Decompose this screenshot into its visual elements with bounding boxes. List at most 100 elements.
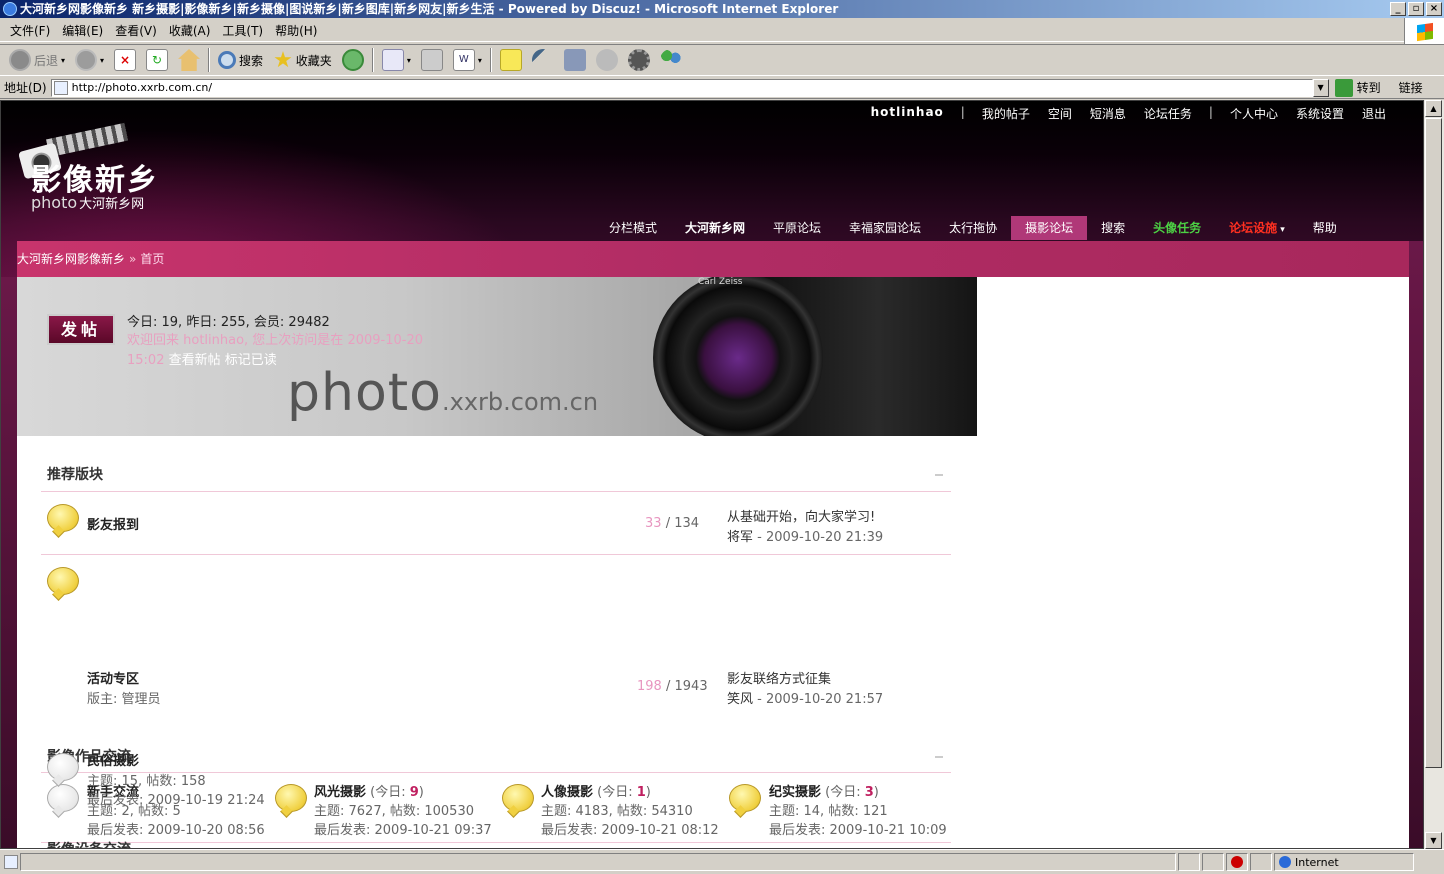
- forum-last-post: 最后发表: 2009-10-19 21:24: [87, 793, 265, 808]
- maximize-button[interactable]: ▫: [1408, 2, 1424, 16]
- forum-name-fengguang[interactable]: 风光摄影: [314, 785, 366, 800]
- username-link[interactable]: hotlinhao: [862, 105, 953, 122]
- collapse-recommended-button[interactable]: [935, 474, 943, 476]
- recommended-title: 推荐版块: [47, 467, 103, 483]
- edit-button[interactable]: W ▾: [448, 46, 487, 74]
- new-post-button[interactable]: 发帖: [47, 314, 115, 345]
- messages-link[interactable]: 短消息: [1081, 105, 1135, 122]
- nav-forum-facilities[interactable]: 论坛设施: [1215, 216, 1299, 240]
- close-button[interactable]: ×: [1426, 2, 1442, 16]
- menu-help[interactable]: 帮助(H): [269, 22, 323, 39]
- divider: [41, 554, 951, 555]
- status-text-cell: [20, 853, 1176, 871]
- address-dropdown-button[interactable]: ▼: [1312, 78, 1329, 97]
- vertical-scrollbar[interactable]: ▲ ▼: [1424, 100, 1444, 849]
- forum-no-new-icon: [47, 784, 79, 812]
- notes-button[interactable]: [495, 46, 527, 74]
- go-button[interactable]: 转到: [1334, 78, 1381, 97]
- count-separator: /: [665, 679, 671, 694]
- address-url: http://photo.xxrb.com.cn/: [71, 81, 213, 94]
- window-controls: _ ▫ ×: [1390, 2, 1442, 16]
- nav-photo-forum[interactable]: 摄影论坛: [1011, 216, 1088, 240]
- collapse-works-button[interactable]: [935, 756, 943, 758]
- research-button[interactable]: [559, 46, 591, 74]
- stop-button[interactable]: ×: [109, 46, 141, 74]
- last-post-author[interactable]: 笑风: [727, 692, 753, 707]
- window-title: 大河新乡网影像新乡 新乡摄影|影像新乡|新乡摄像|图说新乡|新乡图库|新乡网友|…: [20, 2, 839, 16]
- users-button[interactable]: [655, 46, 687, 74]
- nav-dahe[interactable]: 大河新乡网: [671, 216, 759, 240]
- globe-icon: [1279, 856, 1291, 868]
- last-post-title[interactable]: 影友联络方式征集: [727, 668, 831, 687]
- photo-word: photo: [287, 363, 442, 423]
- messenger-button[interactable]: [527, 46, 559, 74]
- right-border-decoration: [1409, 241, 1423, 848]
- scroll-up-button[interactable]: ▲: [1425, 100, 1442, 117]
- lens-ring: [653, 277, 823, 436]
- my-posts-link[interactable]: 我的帖子: [973, 105, 1039, 122]
- disabled-button[interactable]: [591, 46, 623, 74]
- scroll-down-button[interactable]: ▼: [1425, 832, 1442, 849]
- menu-bar: 文件(F) 编辑(E) 查看(V) 收藏(A) 工具(T) 帮助(H): [0, 20, 1444, 42]
- circle-icon: [595, 49, 618, 71]
- space-link[interactable]: 空间: [1039, 105, 1081, 122]
- status-bar: Internet: [0, 849, 1444, 874]
- today-suffix: ): [645, 785, 651, 800]
- last-post-meta: 笑风 - 2009-10-20 21:57: [727, 688, 883, 707]
- menu-tools[interactable]: 工具(T): [216, 22, 269, 39]
- address-bar: 地址(D) http://photo.xxrb.com.cn/ ▼ 转到 链接: [0, 77, 1444, 99]
- view-new-posts-link[interactable]: 查看新帖: [169, 353, 221, 368]
- forum-name-yingyou[interactable]: 影友报到: [87, 514, 139, 533]
- research-icon: [563, 49, 586, 71]
- forum-name-renxiang[interactable]: 人像摄影: [541, 785, 593, 800]
- note-icon: [499, 49, 522, 71]
- last-post-author[interactable]: 将军: [727, 530, 753, 545]
- history-button[interactable]: [337, 46, 369, 74]
- breadcrumb-home[interactable]: 大河新乡网影像新乡: [17, 252, 125, 266]
- gear-icon: [627, 49, 650, 71]
- refresh-button[interactable]: ↻: [141, 46, 173, 74]
- print-button[interactable]: [416, 46, 448, 74]
- forum-last-post: 最后发表: 2009-10-21 09:37: [314, 823, 492, 838]
- last-post-title[interactable]: 从基础开始，向大家学习!: [727, 506, 875, 525]
- nav-column-mode[interactable]: 分栏模式: [595, 216, 671, 240]
- nav-avatar-task[interactable]: 头像任务: [1139, 216, 1215, 240]
- settings-link[interactable]: 系统设置: [1287, 105, 1353, 122]
- address-input[interactable]: http://photo.xxrb.com.cn/: [50, 78, 1313, 97]
- back-button[interactable]: 后退 ▾: [4, 46, 70, 74]
- forum-last-post: 最后发表: 2009-10-20 08:56: [87, 823, 265, 838]
- nav-pingyuan[interactable]: 平原论坛: [759, 216, 835, 240]
- menu-favorites[interactable]: 收藏(A): [163, 22, 217, 39]
- mail-button[interactable]: ▾: [377, 46, 416, 74]
- favorites-button[interactable]: ★ 收藏夹: [268, 46, 337, 74]
- menu-view[interactable]: 查看(V): [109, 22, 163, 39]
- links-button[interactable]: 链接: [1399, 79, 1423, 96]
- nav-xingfu[interactable]: 幸福家园论坛: [835, 216, 935, 240]
- scroll-thumb[interactable]: [1425, 118, 1442, 768]
- minimize-button[interactable]: _: [1390, 2, 1406, 16]
- menu-edit[interactable]: 编辑(E): [56, 22, 109, 39]
- tasks-link[interactable]: 论坛任务: [1135, 105, 1201, 122]
- divider: [41, 491, 951, 492]
- mark-read-link[interactable]: 标记已读: [225, 353, 277, 368]
- settings-button[interactable]: [623, 46, 655, 74]
- forum-name-jishi[interactable]: 纪实摄影: [769, 785, 821, 800]
- logout-link[interactable]: 退出: [1353, 105, 1395, 122]
- forward-button[interactable]: ▾: [70, 46, 109, 74]
- toolbar: 后退 ▾ ▾ × ↻ 搜索 ★ 收藏夹 ▾ W ▾: [0, 44, 1444, 76]
- page-icon: [53, 80, 68, 95]
- forum-name-huodong[interactable]: 活动专区: [87, 668, 139, 687]
- nav-help[interactable]: 帮助: [1299, 216, 1351, 240]
- privacy-cell[interactable]: [1226, 853, 1248, 871]
- zone-cell: Internet: [1274, 853, 1414, 871]
- toolbar-separator: [208, 48, 211, 72]
- forum-last-post: 最后发表: 2009-10-21 10:09: [769, 823, 947, 838]
- back-arrow-icon: [9, 49, 31, 71]
- nav-search[interactable]: 搜索: [1087, 216, 1139, 240]
- home-button[interactable]: [173, 46, 205, 74]
- menu-file[interactable]: 文件(F): [4, 22, 56, 39]
- profile-link[interactable]: 个人中心: [1221, 105, 1287, 122]
- search-button[interactable]: 搜索: [213, 46, 268, 74]
- forum-name-minsu[interactable]: 民俗摄影: [87, 750, 139, 769]
- nav-taihang[interactable]: 太行拖协: [935, 216, 1011, 240]
